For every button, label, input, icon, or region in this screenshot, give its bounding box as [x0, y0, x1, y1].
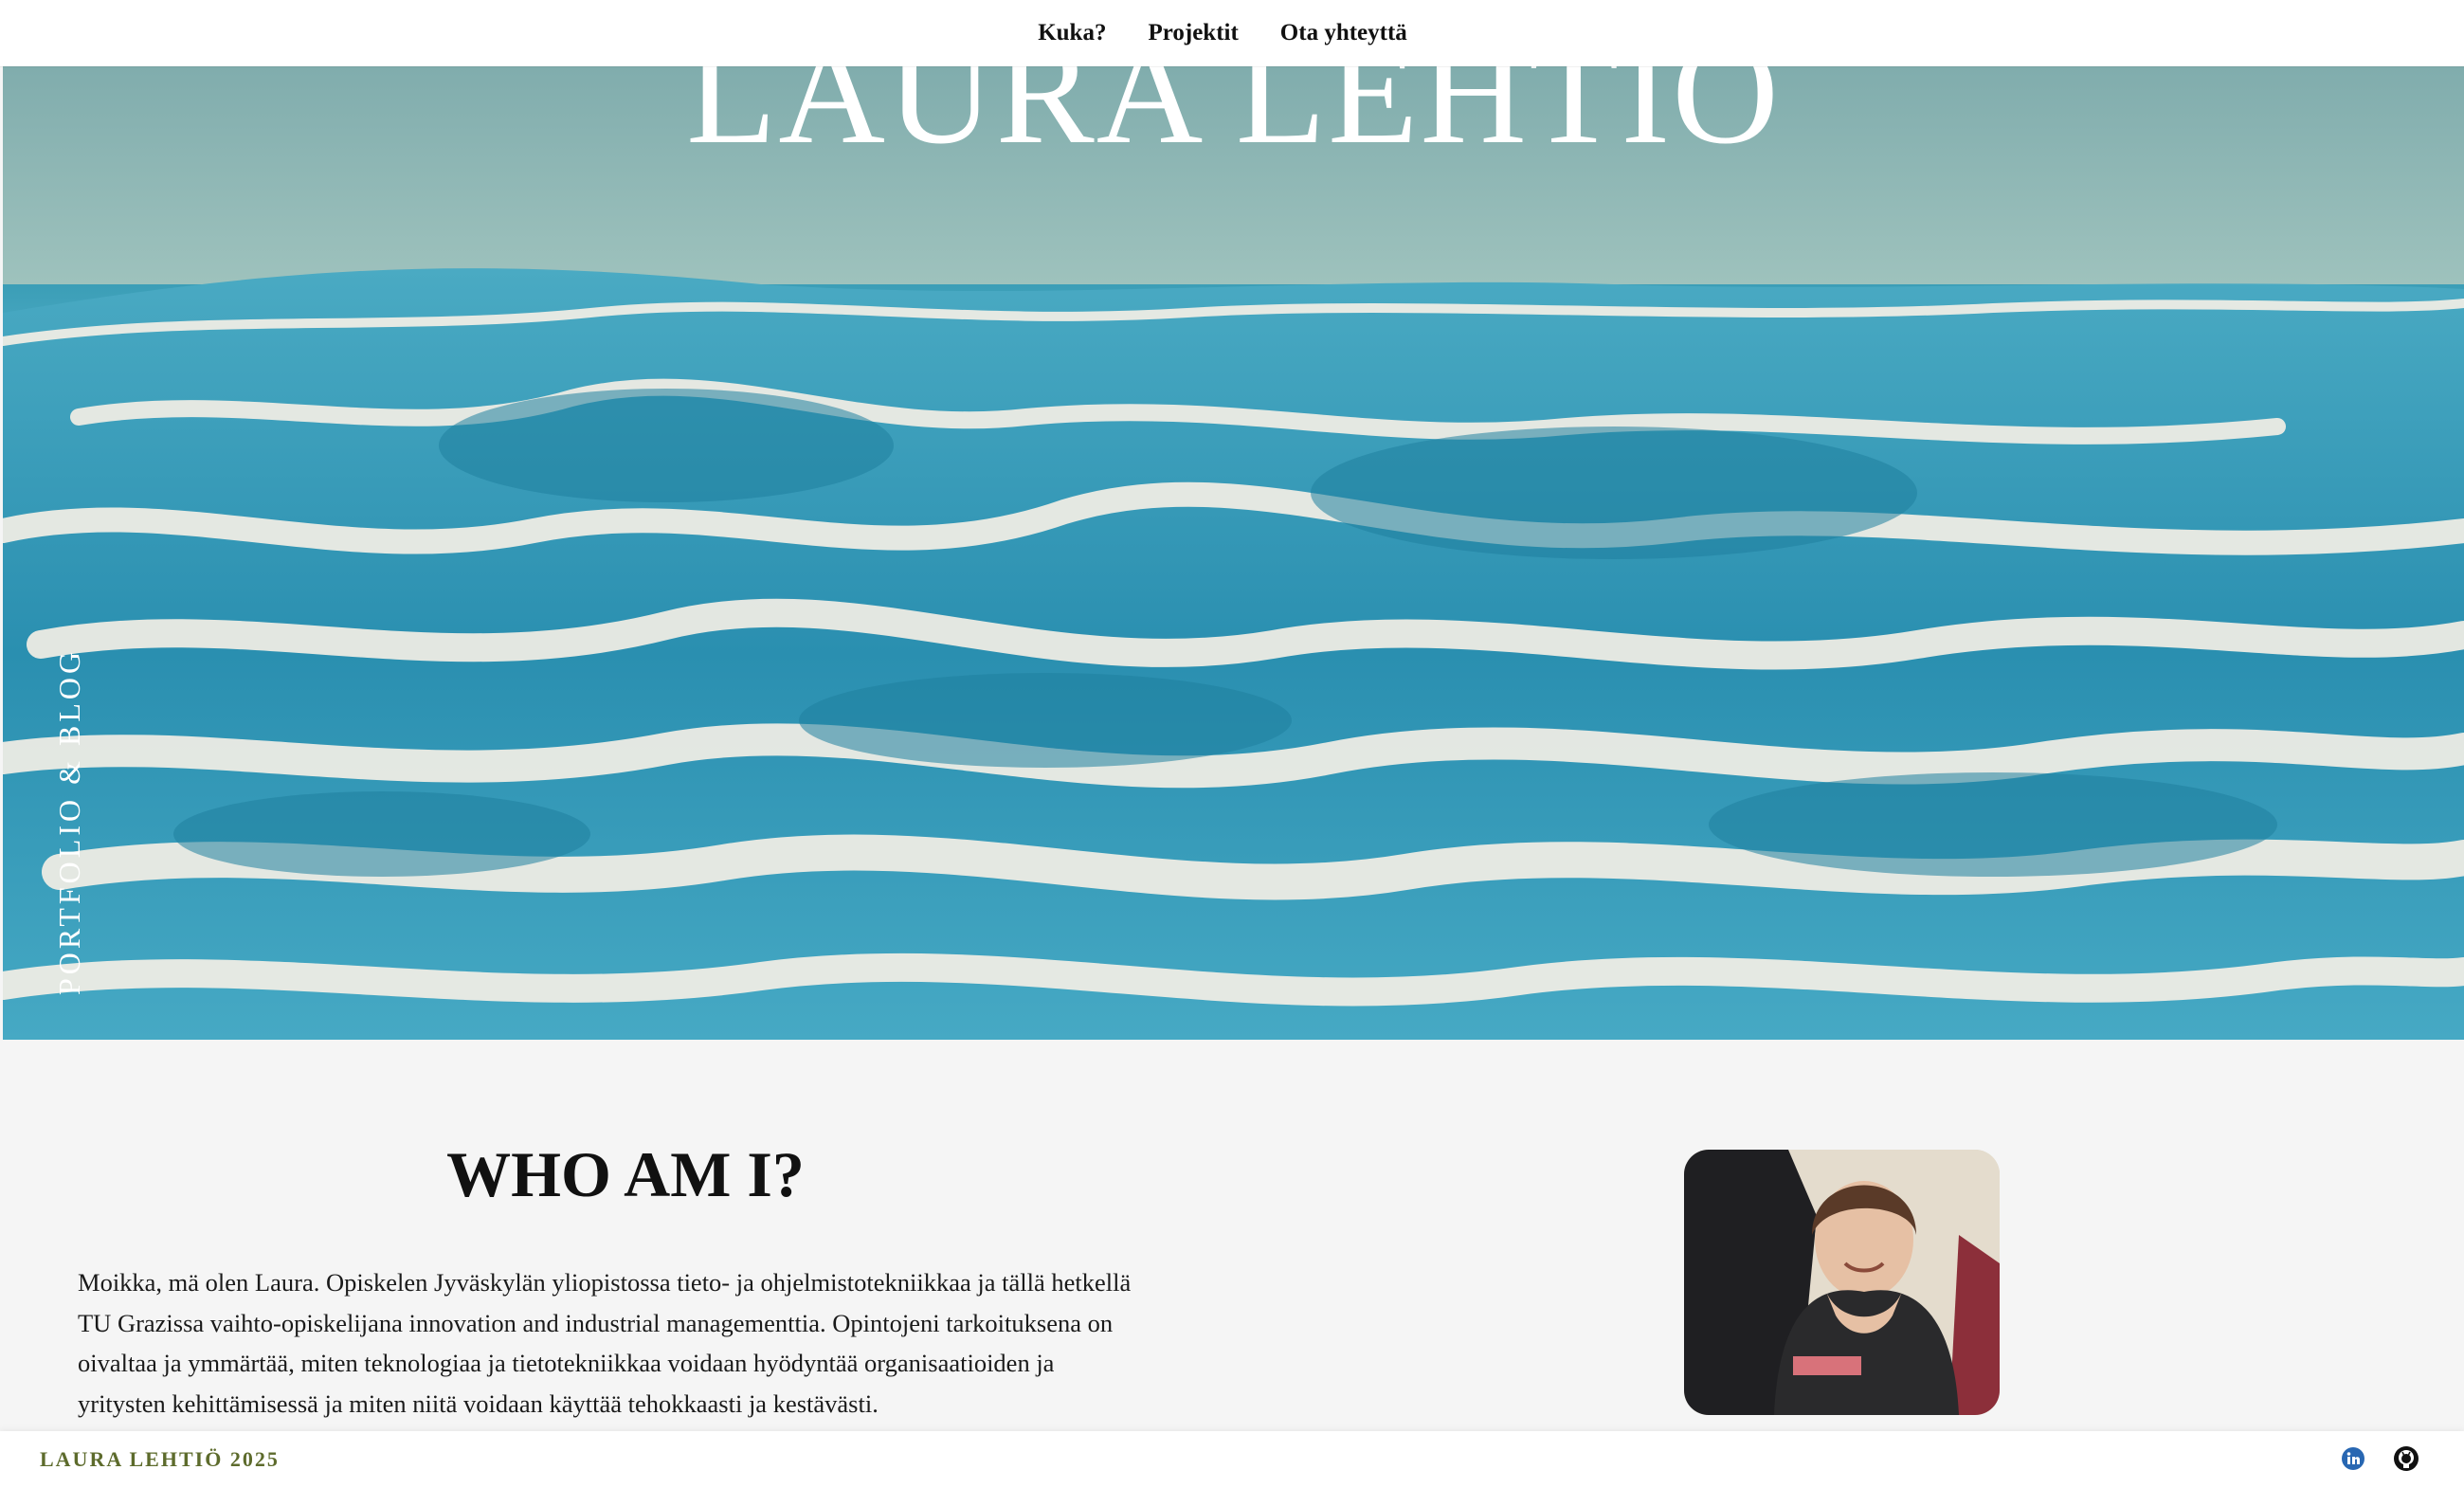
- github-icon[interactable]: [2392, 1444, 2420, 1473]
- nav-link-projektit[interactable]: Projektit: [1148, 20, 1238, 46]
- nav-link-ota-yhteytta[interactable]: Ota yhteyttä: [1280, 20, 1407, 46]
- portfolio-blog-label: PORTFOLIO & BLOG: [52, 647, 86, 995]
- page: LAURA LEHTIÖ PORTFOLIO & BLOG Kuka? Proj…: [0, 0, 2464, 1488]
- footer-brand: LAURA LEHTIÖ 2025: [40, 1447, 280, 1471]
- nav-link-kuka[interactable]: Kuka?: [1038, 20, 1106, 46]
- about-paragraph: Moikka, mä olen Laura. Opiskelen Jyväsky…: [78, 1268, 1132, 1418]
- top-navigation: Kuka? Projektit Ota yhteyttä: [0, 0, 2464, 66]
- hero-banner: LAURA LEHTIÖ PORTFOLIO & BLOG: [3, 0, 2464, 1040]
- footer: LAURA LEHTIÖ 2025: [0, 1431, 2464, 1488]
- about-heading: WHO AM I?: [446, 1138, 805, 1210]
- linkedin-icon[interactable]: [2339, 1444, 2367, 1473]
- profile-photo: [1684, 1150, 2000, 1415]
